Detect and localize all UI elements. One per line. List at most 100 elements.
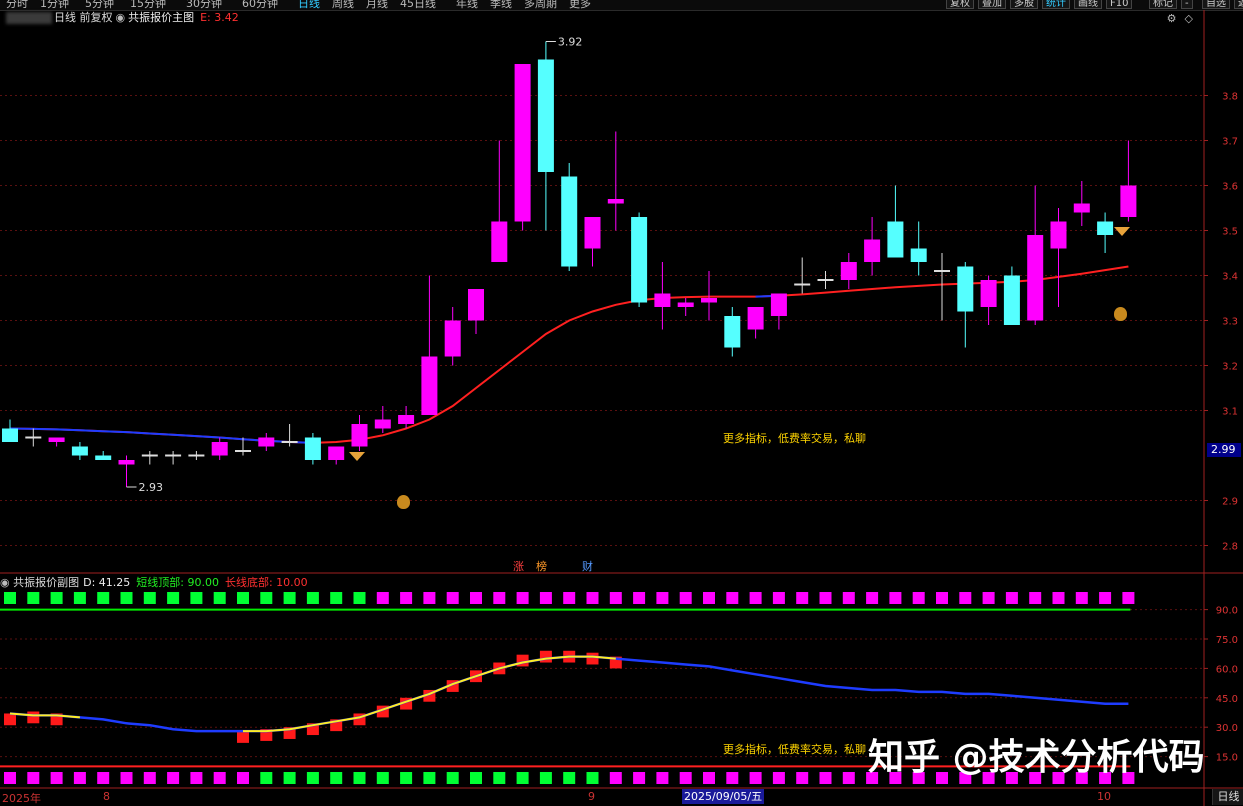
main-axis-label: 3.6	[1222, 182, 1238, 193]
tag-finance: 财	[582, 560, 593, 573]
candle-body	[141, 454, 158, 457]
sub-bar	[586, 652, 599, 665]
bottom-signal-square	[143, 772, 156, 784]
candle-body	[631, 217, 648, 303]
bottom-signal-square	[563, 772, 576, 784]
expand-icon[interactable]: ◇	[1185, 12, 1201, 25]
low-price-label: 2.93	[139, 481, 164, 494]
top-signal-square	[912, 592, 925, 604]
candle-body	[165, 454, 182, 457]
bottom-signal-square	[796, 772, 809, 784]
candle-body	[561, 176, 578, 267]
bottom-signal-square	[190, 772, 203, 784]
top-signal-square	[423, 592, 436, 604]
tag-rank: 榜	[536, 560, 547, 573]
top-signal-square	[330, 592, 343, 604]
eval-label: E: 3.42	[200, 11, 239, 24]
top-signal-square	[493, 592, 506, 604]
bottom-signal-square	[306, 772, 319, 784]
top-signal-square	[353, 592, 366, 604]
main-axis-label: 3.8	[1222, 92, 1238, 103]
main-chart-title: 日线 前复权	[54, 11, 113, 24]
sub-axis-label: 30.0	[1216, 723, 1238, 734]
candle-body	[910, 248, 927, 262]
bottom-signal-square	[73, 772, 86, 784]
candle-body	[677, 302, 694, 307]
sub-bar	[539, 650, 552, 663]
candle-body	[118, 460, 135, 465]
top-signal-square	[749, 592, 762, 604]
bottom-signal-square	[4, 772, 16, 784]
date-label-oct: 10	[1097, 790, 1111, 803]
top-signal-square	[306, 592, 319, 604]
main-axis-label: 3.5	[1222, 227, 1238, 238]
bottom-signal-square	[283, 772, 296, 784]
sub-axis-label: 45.0	[1216, 694, 1238, 705]
main-annotation: 更多指标，低费率交易，私聊	[723, 432, 866, 445]
bottom-signal-square	[679, 772, 692, 784]
top-signal-square	[796, 592, 809, 604]
candle-body	[980, 280, 997, 307]
candle-body	[770, 293, 787, 316]
sub-axis-label: 75.0	[1216, 635, 1238, 646]
bottom-signal-square	[516, 772, 529, 784]
top-signal-square	[1005, 592, 1018, 604]
short-top-value: 短线顶部: 90.00	[136, 576, 219, 589]
bottom-signal-square	[609, 772, 622, 784]
top-signal-square	[539, 592, 552, 604]
bottom-signal-square	[27, 772, 40, 784]
top-signal-square	[516, 592, 529, 604]
period-indicator[interactable]: 日线	[1212, 789, 1243, 805]
top-signal-square	[982, 592, 995, 604]
top-signal-square	[1122, 592, 1135, 604]
candle-body	[584, 217, 601, 249]
sub-chart-header: ◉ 共振报价副图 D: 41.25 短线顶部: 90.00 长线底部: 10.00	[0, 576, 308, 590]
top-signal-square	[400, 592, 413, 604]
top-signal-square	[866, 592, 879, 604]
bottom-signal-square	[400, 772, 413, 784]
sub-axis-label: 15.0	[1216, 753, 1238, 764]
sub-axis-label: 60.0	[1216, 664, 1238, 675]
bottom-signal-square	[842, 772, 855, 784]
top-signal-square	[167, 592, 180, 604]
coin-icon	[1114, 307, 1127, 321]
top-signal-square	[4, 592, 16, 604]
sub-indicator-name[interactable]: 共振报价副图	[13, 576, 79, 589]
top-signal-square	[283, 592, 296, 604]
candle-body	[1003, 275, 1020, 325]
candle-body	[328, 446, 345, 460]
sub-axis-label: 90.0	[1216, 606, 1238, 617]
candle-body	[304, 437, 321, 460]
top-signal-square	[842, 592, 855, 604]
main-axis-label: 2.9	[1222, 497, 1238, 508]
bottom-signal-square	[726, 772, 739, 784]
bottom-signal-square	[353, 772, 366, 784]
indicator-dropdown-icon[interactable]: ◉	[116, 11, 126, 24]
main-indicator-name[interactable]: 共振报价主图	[128, 11, 194, 24]
date-label-aug: 8	[103, 790, 110, 803]
top-signal-square	[97, 592, 110, 604]
candle-body	[514, 64, 531, 222]
main-axis-label: 3.4	[1222, 272, 1238, 283]
candle-body	[1050, 221, 1067, 249]
top-signal-square	[1099, 592, 1112, 604]
bottom-signal-square	[703, 772, 715, 784]
top-signal-square	[586, 592, 599, 604]
chart-canvas: 3.8 3.7 3.6 3.5 3.4 3.3 3.2 3.1 2.9 2.8 3.92 2.93 90…	[0, 10, 1243, 806]
top-signal-square	[1029, 592, 1042, 604]
bottom-signal-square	[819, 772, 832, 784]
top-signal-square	[772, 592, 785, 604]
top-signal-square	[656, 592, 669, 604]
bottom-signal-square	[167, 772, 180, 784]
bottom-signal-square	[50, 772, 63, 784]
settings-icon[interactable]: ⚙	[1167, 12, 1185, 25]
candle-body	[48, 437, 65, 442]
bottom-signal-square	[493, 772, 506, 784]
sub-indicator-dropdown-icon[interactable]: ◉	[0, 576, 10, 589]
sub-bar	[4, 713, 16, 726]
top-signal-square	[819, 592, 832, 604]
sub-bar	[27, 711, 40, 724]
top-signal-square	[563, 592, 576, 604]
candle-body	[1097, 221, 1114, 235]
sub-annotation: 更多指标，低费率交易，私聊	[723, 743, 866, 756]
